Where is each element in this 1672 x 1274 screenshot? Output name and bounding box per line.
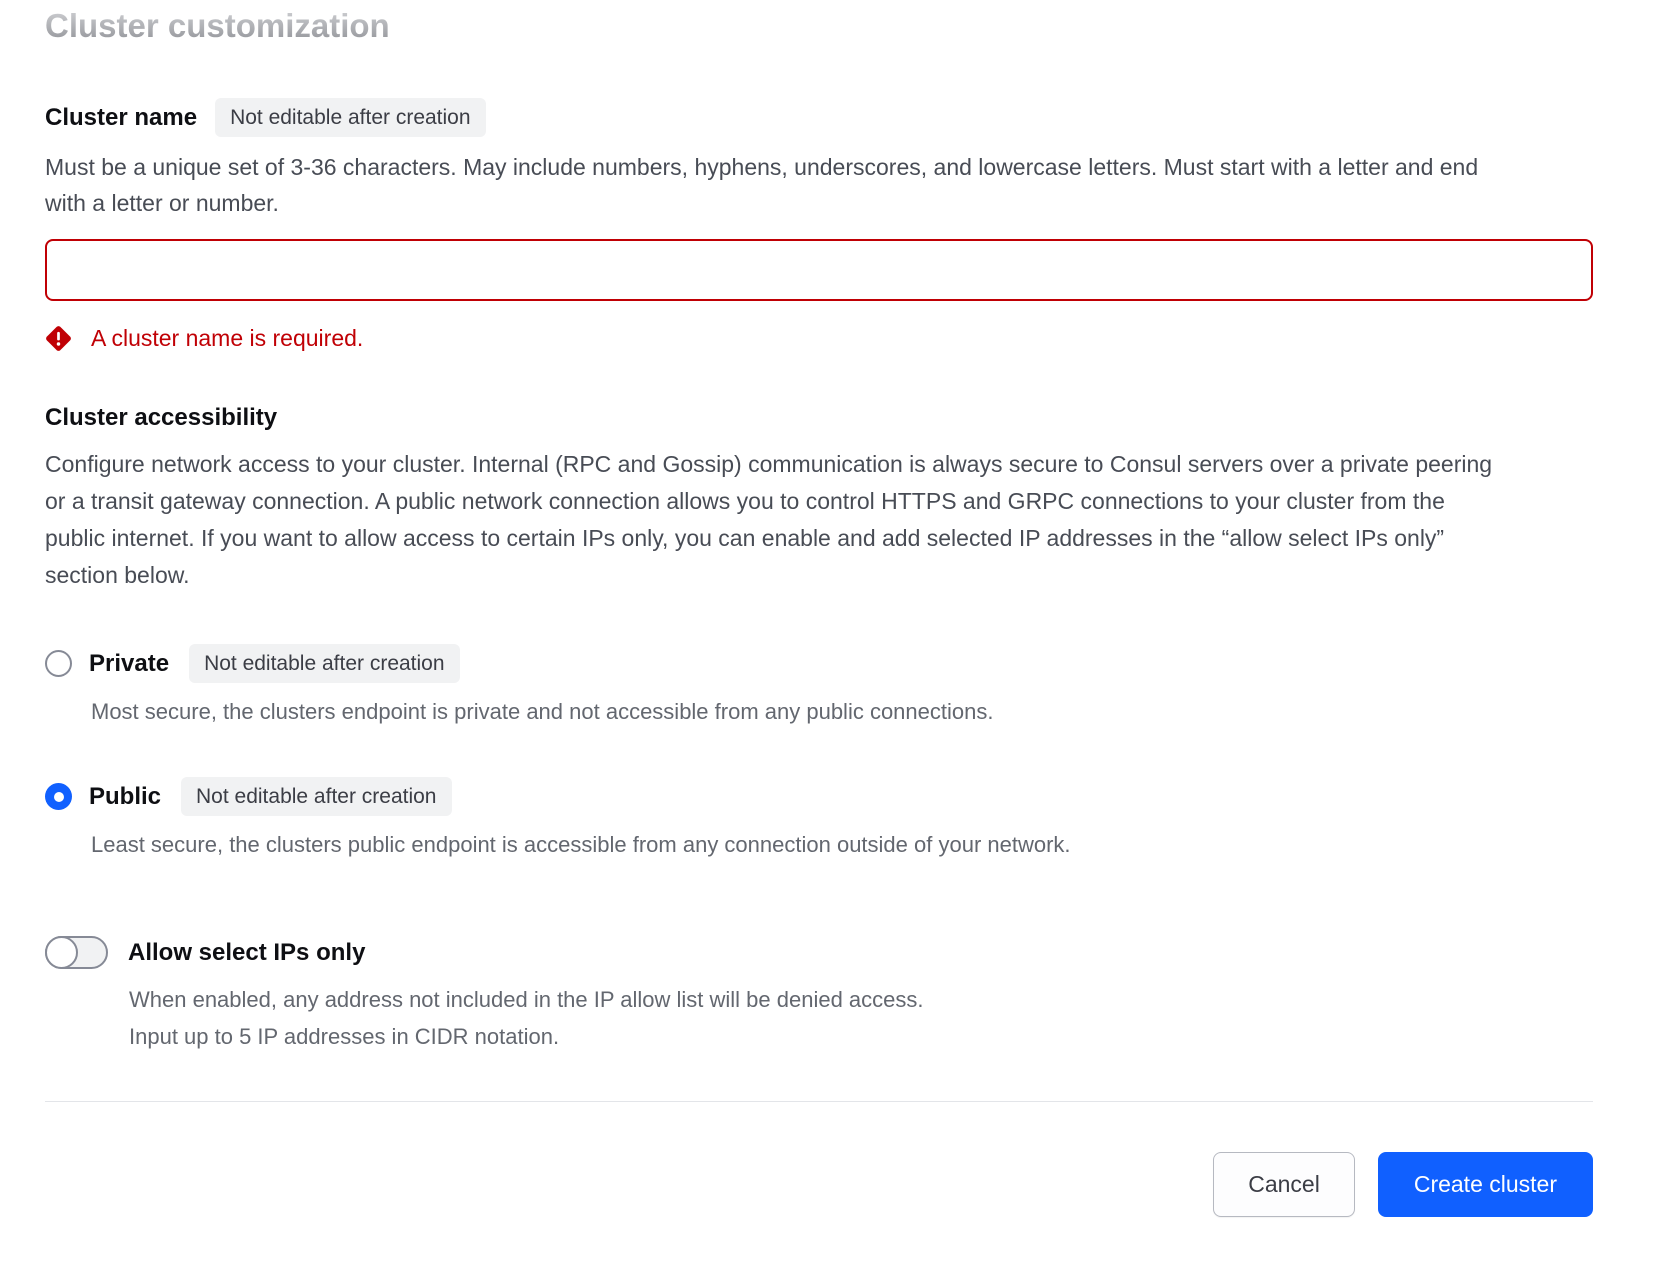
alert-diamond-icon [45,325,72,352]
radio-private-label: Private [89,650,169,678]
cluster-accessibility-heading: Cluster accessibility [45,404,1495,432]
page-title: Cluster customization [45,6,390,46]
allow-ips-row: Allow select IPs only [45,936,1495,969]
cluster-name-label-row: Cluster name Not editable after creation [45,98,1495,137]
accessibility-option-public: Public Not editable after creation [45,777,1495,816]
radio-public-description: Least secure, the clusters public endpoi… [91,828,1491,862]
radio-private-badge: Not editable after creation [189,644,459,683]
cluster-name-badge: Not editable after creation [215,98,485,137]
cluster-name-error-text: A cluster name is required. [91,325,363,352]
accessibility-option-private: Private Not editable after creation [45,644,1495,683]
radio-public-badge: Not editable after creation [181,777,451,816]
cluster-name-help: Must be a unique set of 3-36 characters.… [45,149,1495,221]
allow-ips-description: When enabled, any address not included i… [129,981,1429,1055]
footer-actions: Cancel Create cluster [45,1152,1593,1217]
allow-ips-description-line2: Input up to 5 IP addresses in CIDR notat… [129,1024,559,1049]
cluster-name-input[interactable] [45,239,1593,301]
radio-public-label: Public [89,783,161,811]
cluster-name-error: A cluster name is required. [45,325,1495,352]
allow-ips-toggle[interactable] [45,936,108,969]
radio-private-description: Most secure, the clusters endpoint is pr… [91,695,1491,729]
create-cluster-button[interactable]: Create cluster [1378,1152,1593,1217]
cancel-button[interactable]: Cancel [1213,1152,1355,1217]
toggle-knob [45,936,78,969]
cluster-customization-form: Cluster customization Cluster name Not e… [0,0,1672,1257]
cluster-name-label: Cluster name [45,104,197,132]
radio-private[interactable] [45,650,72,677]
radio-public[interactable] [45,783,72,810]
footer-divider [45,1101,1593,1102]
allow-ips-label: Allow select IPs only [128,939,365,967]
cluster-accessibility-description: Configure network access to your cluster… [45,446,1495,594]
allow-ips-description-line1: When enabled, any address not included i… [129,987,924,1012]
